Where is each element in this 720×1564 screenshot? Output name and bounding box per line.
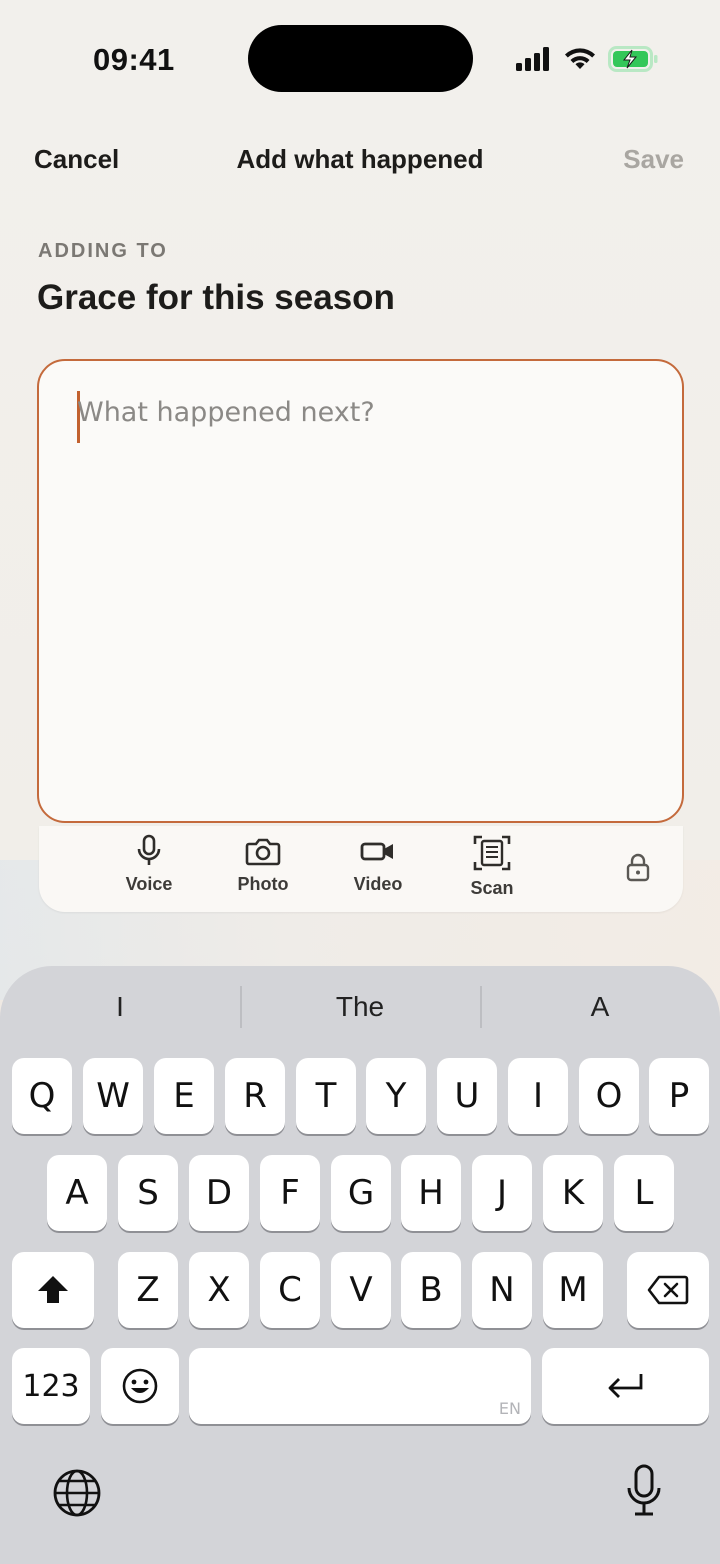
entry-text-input[interactable] <box>77 397 647 797</box>
emoji-icon <box>122 1368 158 1404</box>
shift-key[interactable] <box>12 1252 94 1328</box>
key[interactable]: U <box>437 1058 497 1134</box>
key[interactable]: C <box>260 1252 320 1328</box>
return-key[interactable] <box>542 1348 709 1424</box>
key[interactable]: H <box>401 1155 461 1231</box>
key[interactable]: J <box>472 1155 532 1231</box>
key[interactable]: I <box>508 1058 568 1134</box>
entry-editor[interactable] <box>37 359 684 823</box>
photo-label: Photo <box>237 874 289 894</box>
predictive-text-bar: I The A <box>0 984 720 1030</box>
space-key[interactable]: EN <box>189 1348 531 1424</box>
battery-charging-icon <box>608 46 658 72</box>
suggestion-1[interactable]: I <box>0 984 240 1030</box>
document-scan-icon <box>473 835 511 871</box>
key[interactable]: A <box>47 1155 107 1231</box>
suggestion-3[interactable]: A <box>480 984 720 1030</box>
voice-button[interactable]: Voice <box>99 834 199 895</box>
key[interactable]: G <box>331 1155 391 1231</box>
key[interactable]: W <box>83 1058 143 1134</box>
photo-button[interactable]: Photo <box>213 834 313 895</box>
key[interactable]: S <box>118 1155 178 1231</box>
microphone-icon <box>137 834 161 865</box>
attachment-toolbar: Voice Photo Video Scan <box>39 826 683 912</box>
key[interactable]: X <box>189 1252 249 1328</box>
return-arrow-icon <box>608 1374 642 1398</box>
key[interactable]: N <box>472 1252 532 1328</box>
navigation-bar: Add what happened Cancel Save <box>0 140 720 184</box>
status-icons <box>516 44 658 74</box>
lock-icon[interactable] <box>626 852 650 882</box>
key[interactable]: Z <box>118 1252 178 1328</box>
key[interactable]: B <box>401 1252 461 1328</box>
cellular-signal-icon <box>516 47 549 71</box>
key[interactable]: T <box>296 1058 356 1134</box>
video-label: Video <box>353 874 403 894</box>
numbers-key[interactable]: 123 <box>12 1348 90 1424</box>
screen: 09:41 Add what happened Cancel Save ADDI… <box>0 0 720 1564</box>
emoji-key[interactable] <box>101 1348 179 1424</box>
collection-title: Grace for this season <box>37 278 395 317</box>
status-time: 09:41 <box>93 42 175 77</box>
dictation-microphone-icon[interactable] <box>625 1463 663 1519</box>
save-button[interactable]: Save <box>623 144 684 175</box>
dynamic-island <box>248 25 473 92</box>
key[interactable]: Y <box>366 1058 426 1134</box>
key[interactable]: D <box>189 1155 249 1231</box>
key[interactable]: O <box>579 1058 639 1134</box>
key[interactable]: L <box>614 1155 674 1231</box>
voice-label: Voice <box>125 874 173 894</box>
key[interactable]: R <box>225 1058 285 1134</box>
key[interactable]: M <box>543 1252 603 1328</box>
key[interactable]: V <box>331 1252 391 1328</box>
delete-key[interactable] <box>627 1252 709 1328</box>
backspace-icon <box>647 1275 689 1305</box>
video-button[interactable]: Video <box>328 834 428 895</box>
camera-icon <box>245 838 281 866</box>
scan-button[interactable]: Scan <box>442 834 542 899</box>
shift-arrow-icon <box>38 1276 68 1303</box>
scan-label: Scan <box>470 878 514 898</box>
adding-to-label: ADDING TO <box>38 240 168 262</box>
video-camera-icon <box>360 842 393 861</box>
key[interactable]: K <box>543 1155 603 1231</box>
key[interactable]: P <box>649 1058 709 1134</box>
key[interactable]: Q <box>12 1058 72 1134</box>
suggestion-2[interactable]: The <box>240 984 480 1030</box>
key[interactable]: F <box>260 1155 320 1231</box>
on-screen-keyboard: I The A Q W E R T Y U I O P A S D F G H … <box>0 966 720 1564</box>
keyboard-language-label: EN <box>498 1399 521 1418</box>
cancel-button[interactable]: Cancel <box>34 144 119 175</box>
globe-icon[interactable] <box>52 1468 102 1518</box>
wifi-icon <box>565 48 595 69</box>
key[interactable]: E <box>154 1058 214 1134</box>
